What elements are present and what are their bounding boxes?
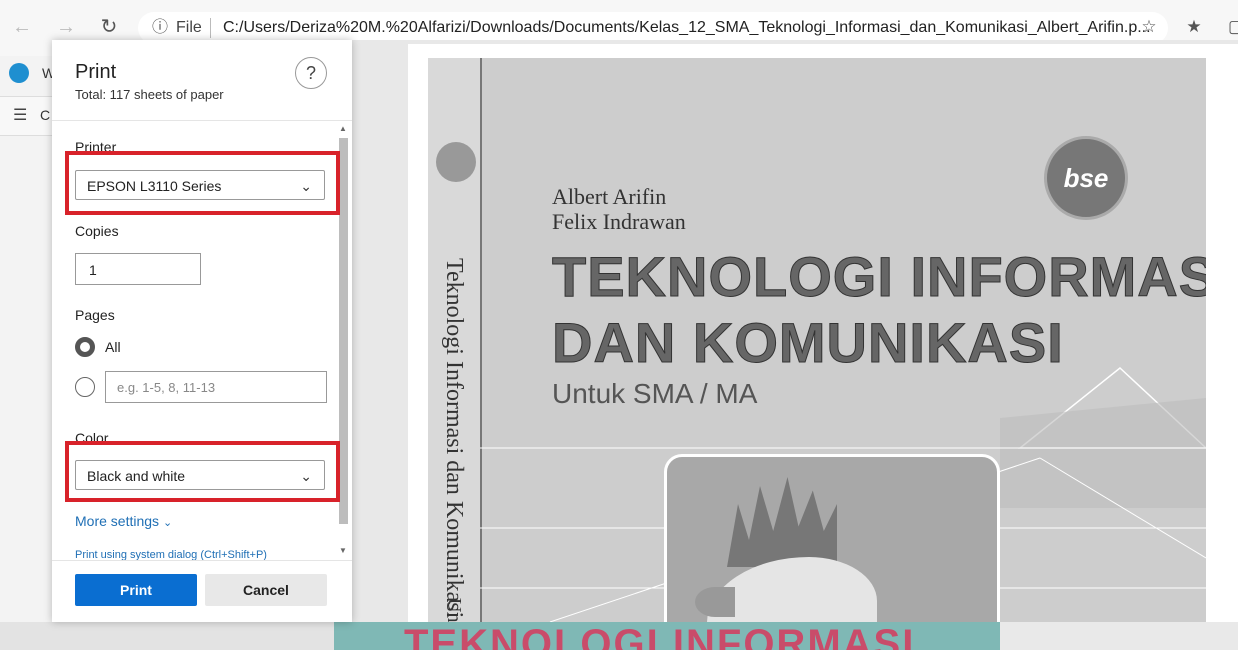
print-button[interactable]: Print xyxy=(75,574,197,606)
author-1: Albert Arifin xyxy=(552,184,667,209)
sheet-count: Total: 117 sheets of paper xyxy=(75,87,224,102)
left-chrome xyxy=(0,56,52,650)
cancel-button[interactable]: Cancel xyxy=(205,574,327,606)
back-icon[interactable]: ← xyxy=(8,13,36,41)
dialog-title: Print xyxy=(75,61,117,83)
rooster-photo xyxy=(664,454,1000,622)
scroll-down-icon[interactable]: ▼ xyxy=(339,546,347,555)
footer-divider xyxy=(52,560,352,561)
forward-icon[interactable]: → xyxy=(52,13,80,41)
scroll-thumb[interactable] xyxy=(339,138,348,524)
file-scheme-label: File xyxy=(176,19,202,36)
favorites-row: W xyxy=(0,56,55,96)
color-highlight-box xyxy=(65,441,340,502)
help-icon[interactable]: ? xyxy=(295,57,327,89)
next-page-peek: TEKNOLOGI INFORMASI xyxy=(334,622,1000,650)
printer-highlight-box xyxy=(65,151,340,215)
pages-all-label: All xyxy=(105,339,121,355)
pages-range-radio[interactable] xyxy=(75,377,95,397)
book-cover: Teknologi Informasi dan Komunikasi Un bs… xyxy=(428,58,1206,622)
pdf-toolbar-row: ☰ C xyxy=(0,96,52,136)
add-favorite-icon[interactable]: ☆ xyxy=(1135,13,1163,41)
cover-title-line-2: DAN KOMUNIKASI xyxy=(552,311,1064,375)
spine-bottom-text: Un xyxy=(443,598,465,622)
chevron-down-icon: ⌄ xyxy=(162,517,173,529)
spine-title: Teknologi Informasi dan Komunikasi xyxy=(441,258,467,619)
info-icon[interactable]: ⓘ xyxy=(146,14,174,42)
rooster-beak-shape xyxy=(695,587,735,617)
refresh-icon[interactable]: ↻ xyxy=(95,13,123,41)
print-dialog: Print Total: 117 sheets of paper ? Print… xyxy=(52,40,352,622)
pages-all-radio[interactable] xyxy=(75,337,95,357)
copies-label: Copies xyxy=(75,223,119,239)
edge-logo-icon xyxy=(9,63,29,83)
copies-input[interactable]: 1 xyxy=(75,253,201,285)
scroll-up-icon[interactable]: ▲ xyxy=(339,124,347,133)
address-divider xyxy=(210,18,211,38)
collections-icon[interactable]: ▢ xyxy=(1222,13,1238,41)
cover-title-line-1: TEKNOLOGI INFORMASI xyxy=(552,245,1206,309)
more-settings-label: More settings xyxy=(75,513,160,529)
ministry-logo-icon xyxy=(436,142,476,182)
pages-range-input[interactable]: e.g. 1-5, 8, 11-13 xyxy=(105,371,327,403)
favorites-icon[interactable]: ★ xyxy=(1180,13,1208,41)
contents-label: C xyxy=(40,107,51,123)
cover-subtitle: Untuk SMA / MA xyxy=(552,378,758,409)
contents-icon[interactable]: ☰ xyxy=(13,105,27,125)
more-settings-link[interactable]: More settings ⌄ xyxy=(75,513,172,529)
rooster-comb-shape xyxy=(727,477,837,567)
header-divider xyxy=(52,120,352,121)
author-2: Felix Indrawan xyxy=(552,209,686,234)
book-spine: Teknologi Informasi dan Komunikasi Un xyxy=(428,58,482,622)
bottom-gray-strip xyxy=(0,622,334,650)
url-text[interactable]: C:/Users/Deriza%20M.%20Alfarizi/Download… xyxy=(223,19,1151,37)
pages-label: Pages xyxy=(75,307,115,323)
bse-badge: bse xyxy=(1044,136,1128,220)
